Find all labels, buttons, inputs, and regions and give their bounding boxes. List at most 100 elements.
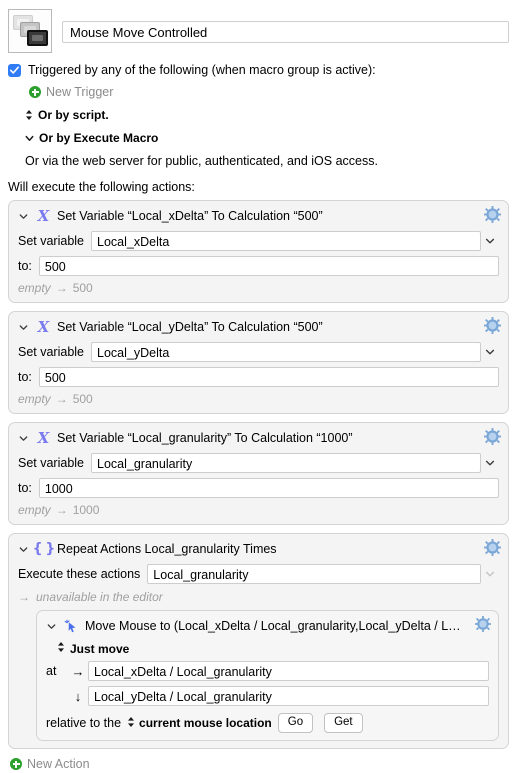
variable-name-input[interactable]: Local_xDelta: [91, 231, 481, 251]
x-coordinate-row: at → Local_xDelta / Local_granularity: [46, 661, 489, 681]
cascading-windows-icon[interactable]: [8, 9, 52, 53]
action-repeat-actions[interactable]: { } Repeat Actions Local_granularity Tim…: [8, 533, 509, 749]
or-by-script-label: Or by script.: [38, 108, 109, 122]
to-value-input[interactable]: 500: [38, 256, 499, 276]
variable-dropdown-chevron-icon[interactable]: [481, 458, 499, 468]
macro-name-input[interactable]: Mouse Move Controlled: [62, 21, 509, 43]
action-set-variable-ydelta[interactable]: X Set Variable “Local_yDelta” To Calcula…: [8, 311, 509, 414]
result-from: empty: [18, 281, 51, 295]
action-header[interactable]: { } Repeat Actions Local_granularity Tim…: [18, 539, 499, 559]
result-to: 500: [72, 281, 93, 295]
to-value-input[interactable]: 1000: [38, 478, 499, 498]
note-text: unavailable in the editor: [36, 590, 163, 604]
repeat-count-input[interactable]: Local_granularity: [147, 564, 481, 584]
web-server-note: Or via the web server for public, authen…: [25, 154, 378, 168]
action-move-mouse[interactable]: Move Mouse to (Local_xDelta / Local_gran…: [36, 610, 499, 741]
trigger-enabled-checkbox[interactable]: [8, 63, 21, 77]
action-header[interactable]: Move Mouse to (Local_xDelta / Local_gran…: [46, 616, 489, 636]
get-button[interactable]: Get: [324, 713, 363, 733]
relative-to-value: current mouse location: [139, 716, 272, 730]
result-to: 1000: [72, 503, 100, 517]
disclosure-chevron-icon[interactable]: [46, 622, 57, 631]
relative-to-row: relative to the current mouse location G…: [46, 713, 489, 733]
variable-dropdown-chevron-icon[interactable]: [481, 236, 499, 246]
gear-icon[interactable]: [484, 539, 501, 559]
new-trigger-label: New Trigger: [46, 85, 114, 99]
actions-section-title: Will execute the following actions:: [8, 180, 195, 194]
add-circle-icon: [10, 758, 22, 770]
updown-chevron-icon: [127, 716, 135, 731]
set-variable-label: Set variable: [18, 456, 85, 470]
set-variable-label: Set variable: [18, 234, 85, 248]
disclosure-chevron-icon[interactable]: [18, 545, 29, 554]
variable-name-input[interactable]: Local_yDelta: [91, 342, 481, 362]
result-arrow-icon: →: [55, 281, 68, 295]
set-variable-row: Set variable Local_yDelta: [18, 342, 499, 362]
repeat-dropdown-chevron-icon: [481, 569, 499, 579]
new-action-label: New Action: [27, 757, 90, 771]
to-value-input[interactable]: 500: [38, 367, 499, 387]
chevron-down-icon: [25, 132, 34, 144]
horizontal-arrow-icon: →: [71, 663, 85, 679]
calculation-x-icon: X: [37, 428, 50, 447]
go-button[interactable]: Go: [277, 713, 314, 733]
disclosure-chevron-icon[interactable]: [18, 212, 29, 221]
new-trigger-button[interactable]: New Trigger: [29, 85, 517, 99]
action-title: Set Variable “Local_yDelta” To Calculati…: [57, 320, 323, 334]
to-label: to:: [18, 481, 32, 495]
trigger-alternatives: Or by script. Or by Execute Macro Or via…: [0, 108, 517, 168]
action-set-variable-granularity[interactable]: X Set Variable “Local_granularity” To Ca…: [8, 422, 509, 525]
disclosure-chevron-icon[interactable]: [18, 323, 29, 332]
curly-braces-icon: { }: [32, 541, 56, 557]
result-arrow-icon: →: [55, 392, 68, 406]
trigger-enabled-row[interactable]: Triggered by any of the following (when …: [0, 63, 517, 77]
result-arrow-icon: →: [55, 503, 68, 517]
set-variable-row: Set variable Local_granularity: [18, 453, 499, 473]
to-label: to:: [18, 259, 32, 273]
to-row: to: 500: [18, 367, 499, 387]
to-row: to: 1000: [18, 478, 499, 498]
variable-name-input[interactable]: Local_granularity: [91, 453, 481, 473]
new-action-button[interactable]: New Action: [0, 757, 517, 771]
updown-chevron-icon: [57, 641, 65, 656]
to-label: to:: [18, 370, 32, 384]
calculation-x-icon: X: [37, 317, 50, 336]
check-icon: [10, 66, 19, 74]
action-title: Set Variable “Local_granularity” To Calc…: [57, 431, 353, 445]
result-to: 500: [72, 392, 93, 406]
vertical-arrow-icon: ↓: [74, 688, 82, 704]
repeat-unavailable-note: → unavailable in the editor: [18, 590, 499, 604]
gear-icon[interactable]: [484, 206, 501, 226]
gear-icon[interactable]: [484, 317, 501, 337]
relative-to-label: relative to the: [46, 716, 122, 730]
trigger-list: New Trigger: [0, 85, 517, 99]
action-header[interactable]: X Set Variable “Local_xDelta” To Calcula…: [18, 206, 499, 226]
execute-actions-label: Execute these actions: [18, 567, 141, 581]
y-coordinate-input[interactable]: Local_yDelta / Local_granularity: [88, 686, 489, 706]
action-title: Repeat Actions Local_granularity Times: [57, 542, 277, 556]
macro-header: Mouse Move Controlled: [0, 0, 517, 53]
x-coordinate-input[interactable]: Local_xDelta / Local_granularity: [88, 661, 489, 681]
gear-icon[interactable]: [475, 616, 491, 635]
action-title: Move Mouse to (Local_xDelta / Local_gran…: [85, 619, 463, 633]
action-header[interactable]: X Set Variable “Local_yDelta” To Calcula…: [18, 317, 499, 337]
mouse-pointer-sparkle-icon: [63, 619, 80, 634]
action-title: Set Variable “Local_xDelta” To Calculati…: [57, 209, 323, 223]
move-mode-popup[interactable]: Just move: [46, 641, 489, 656]
actions-list: X Set Variable “Local_xDelta” To Calcula…: [0, 200, 517, 749]
variable-dropdown-chevron-icon[interactable]: [481, 347, 499, 357]
updown-chevron-icon: [25, 109, 33, 121]
set-variable-label: Set variable: [18, 345, 85, 359]
result-preview: empty → 500: [18, 392, 499, 406]
disclosure-chevron-icon[interactable]: [18, 434, 29, 443]
relative-to-popup[interactable]: current mouse location: [127, 716, 272, 731]
at-label: at: [46, 664, 57, 678]
result-preview: empty → 1000: [18, 503, 499, 517]
result-from: empty: [18, 392, 51, 406]
action-header[interactable]: X Set Variable “Local_granularity” To Ca…: [18, 428, 499, 448]
gear-icon[interactable]: [484, 428, 501, 448]
or-by-script-row[interactable]: Or by script.: [25, 108, 517, 122]
result-preview: empty → 500: [18, 281, 499, 295]
action-set-variable-xdelta[interactable]: X Set Variable “Local_xDelta” To Calcula…: [8, 200, 509, 303]
or-by-execute-macro-row[interactable]: Or by Execute Macro: [25, 131, 517, 145]
